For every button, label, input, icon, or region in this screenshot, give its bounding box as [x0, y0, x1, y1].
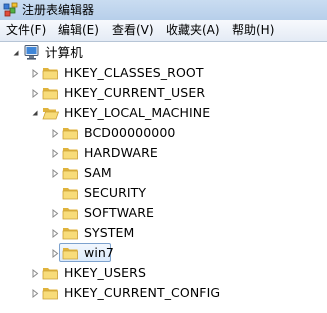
tree-label-selected: win7 — [84, 245, 114, 260]
registry-editor-window: 注册表编辑器 文件(F) 编辑(E) 查看(V) 收藏夹(A) 帮助(H) 计算… — [0, 0, 327, 313]
expand-icon[interactable] — [29, 263, 41, 283]
tree-node-sam[interactable]: SAM — [0, 163, 200, 183]
expand-icon[interactable] — [29, 63, 41, 83]
expand-icon[interactable] — [49, 123, 61, 143]
menu-favorites[interactable]: 收藏夹(A) — [166, 23, 220, 38]
folder-icon — [62, 208, 78, 220]
folder-icon — [62, 168, 78, 180]
expand-icon[interactable] — [49, 243, 61, 263]
window-title: 注册表编辑器 — [22, 3, 95, 17]
folder-icon — [62, 228, 78, 240]
folder-icon — [62, 188, 78, 200]
folder-icon — [42, 288, 58, 300]
folder-icon — [62, 248, 78, 260]
expand-icon[interactable] — [49, 203, 61, 223]
collapse-icon[interactable] — [29, 103, 41, 123]
tree-label: HKEY_USERS — [64, 265, 146, 280]
menu-bar: 文件(F) 编辑(E) 查看(V) 收藏夹(A) 帮助(H) — [0, 20, 327, 42]
folder-open-icon — [42, 108, 59, 120]
menu-help[interactable]: 帮助(H) — [232, 23, 274, 38]
tree-label: SAM — [84, 165, 112, 180]
tree-label: SOFTWARE — [84, 205, 154, 220]
tree-node-security[interactable]: SECURITY — [0, 183, 200, 203]
expand-icon[interactable] — [49, 143, 61, 163]
computer-icon — [24, 45, 39, 60]
tree-node-software[interactable]: SOFTWARE — [0, 203, 200, 223]
menu-view[interactable]: 查看(V) — [112, 23, 154, 38]
tree-node-bcd00000000[interactable]: BCD00000000 — [0, 123, 200, 143]
menu-file[interactable]: 文件(F) — [6, 23, 46, 38]
tree-label: HKEY_CURRENT_USER — [64, 85, 206, 100]
title-bar: 注册表编辑器 — [0, 0, 327, 20]
folder-icon — [42, 268, 58, 280]
folder-icon — [42, 68, 58, 80]
tree-label-computer: 计算机 — [45, 45, 83, 60]
expand-icon[interactable] — [29, 283, 41, 303]
tree-label: SYSTEM — [84, 225, 135, 240]
registry-editor-icon — [3, 2, 18, 17]
folder-icon — [62, 148, 78, 160]
tree-node-hkey-current-user[interactable]: HKEY_CURRENT_USER — [0, 83, 220, 103]
tree-node-computer[interactable]: 计算机 — [0, 43, 160, 63]
tree-node-system[interactable]: SYSTEM — [0, 223, 200, 243]
tree-label: HKEY_CLASSES_ROOT — [64, 65, 204, 80]
tree-node-hardware[interactable]: HARDWARE — [0, 143, 200, 163]
folder-icon — [42, 88, 58, 100]
tree-node-hkey-local-machine[interactable]: HKEY_LOCAL_MACHINE — [0, 103, 220, 123]
menu-edit[interactable]: 编辑(E) — [58, 23, 99, 38]
registry-tree[interactable]: 计算机 HKEY_CLASSES_ROOT HKEY_CURRENT_USER — [0, 42, 327, 313]
expand-icon[interactable] — [29, 83, 41, 103]
tree-label: BCD00000000 — [84, 125, 176, 140]
tree-node-hkey-current-config[interactable]: HKEY_CURRENT_CONFIG — [0, 283, 240, 303]
tree-node-win7[interactable]: win7 — [0, 243, 200, 263]
folder-icon — [62, 128, 78, 140]
expand-icon[interactable] — [49, 223, 61, 243]
tree-node-hkey-classes-root[interactable]: HKEY_CLASSES_ROOT — [0, 63, 220, 83]
tree-label: SECURITY — [84, 185, 147, 200]
expand-icon[interactable] — [49, 163, 61, 183]
tree-label: HKEY_CURRENT_CONFIG — [64, 285, 221, 300]
tree-label: HKEY_LOCAL_MACHINE — [64, 105, 211, 120]
tree-label: HARDWARE — [84, 145, 158, 160]
collapse-icon[interactable] — [10, 43, 22, 63]
tree-node-hkey-users[interactable]: HKEY_USERS — [0, 263, 220, 283]
